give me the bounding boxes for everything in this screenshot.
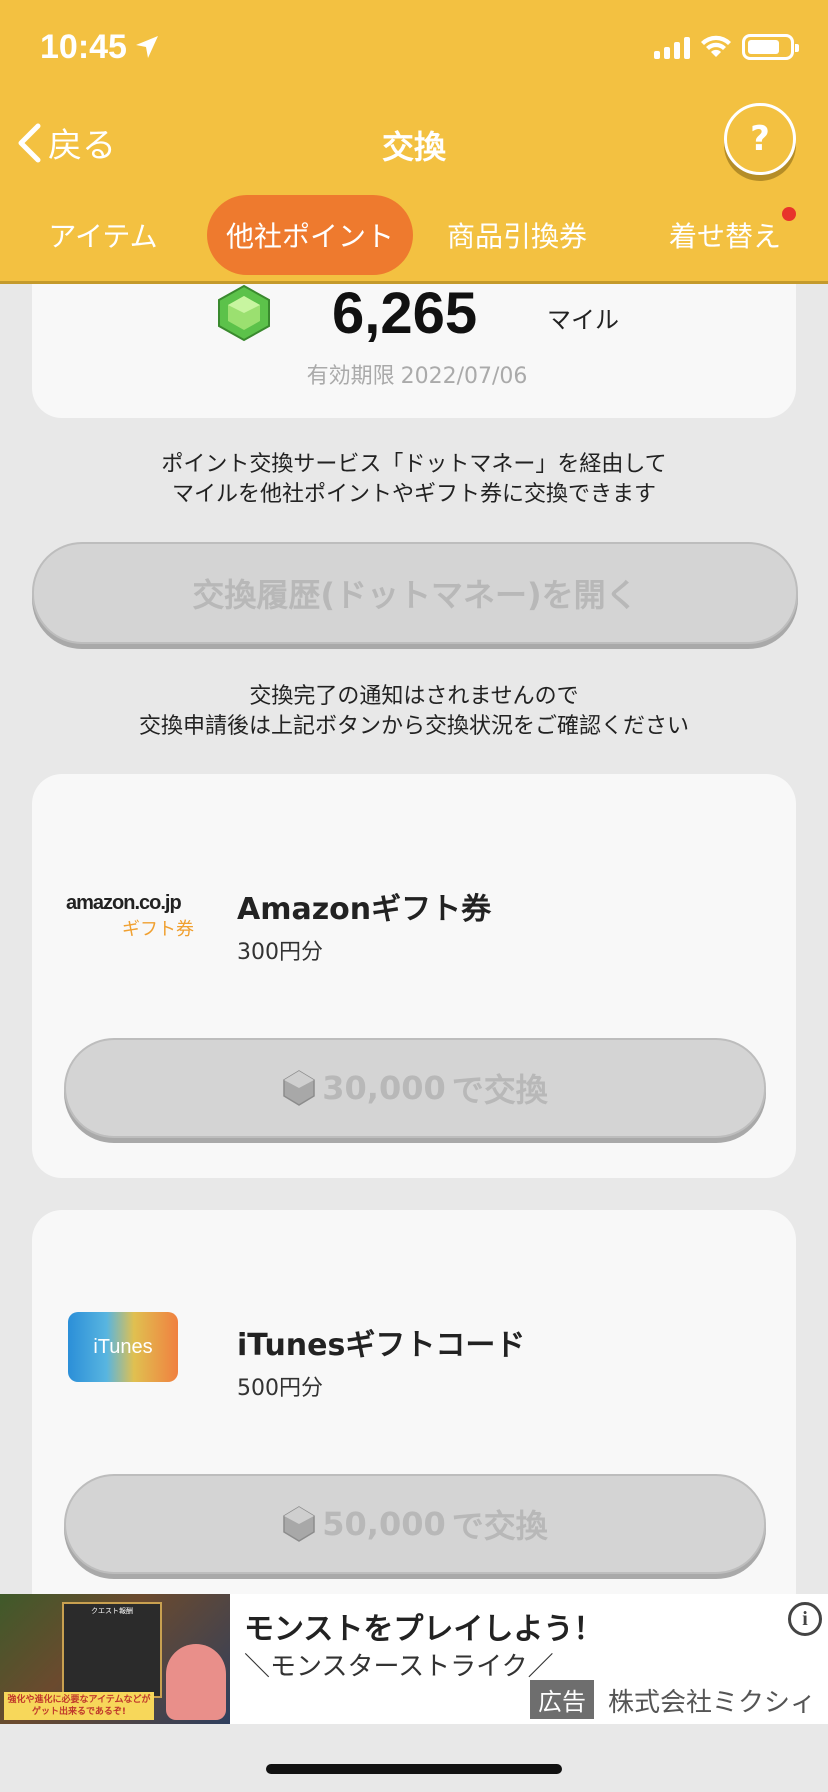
intro-text: ポイント交換サービス「ドットマネー」を経由して マイルを他社ポイントやギフト券に… (0, 450, 828, 510)
intro-line-1: ポイント交換サービス「ドットマネー」を経由して (161, 452, 667, 477)
location-arrow-icon (136, 36, 158, 58)
exchange-history-button[interactable]: 交換履歴(ドットマネー)を開く (32, 542, 798, 644)
expiry-value: 2022/07/06 (400, 364, 528, 389)
help-button[interactable]: ? (724, 103, 796, 175)
ad-company: 株式会社ミクシィ (608, 1688, 817, 1718)
exchange-itunes-button[interactable]: 50,000 で交換 (64, 1474, 766, 1574)
notice-line-1: 交換完了の通知はされませんので (249, 684, 579, 709)
ad-image-panel-title: クエスト報酬 (91, 1607, 133, 1615)
tab-bar: アイテム 他社ポイント 商品引換券 着せ替え (0, 195, 828, 277)
tab-vouchers[interactable]: 商品引換券 (432, 195, 602, 275)
wifi-icon (701, 35, 731, 57)
intro-line-2: マイルを他社ポイントやギフト券に交換できます (171, 482, 656, 507)
header: 10:45 戻る 交換 ? アイテム 他社ポイント 商品引換券 着せ替え (0, 0, 828, 284)
gift-title: iTunesギフトコード (237, 1328, 526, 1363)
amazon-logo: amazon.co.jp ギフト券 (66, 892, 194, 941)
amazon-logo-text: amazon.co.jp (66, 892, 182, 914)
notice-text: 交換完了の通知はされませんので 交換申請後は上記ボタンから交換状況をご確認くださ… (0, 682, 828, 742)
tab-label: 着せ替え (668, 220, 781, 253)
itunes-logo: iTunes (68, 1312, 178, 1382)
ad-subtitle: ＼モンスターストライク／ (244, 1652, 554, 1682)
exchange-amazon-button[interactable]: 30,000 で交換 (64, 1038, 766, 1138)
tab-label: 商品引換券 (446, 220, 587, 253)
gift-card-itunes: iTunes iTunesギフトコード 500円分 50,000 で交換 (32, 1210, 796, 1594)
tab-items[interactable]: アイテム (18, 195, 188, 275)
points-value: 6,265 (332, 281, 478, 346)
ad-title: モンストをプレイしよう！ (244, 1612, 604, 1647)
tab-other-points[interactable]: 他社ポイント (207, 195, 413, 275)
ad-character-illustration (166, 1644, 226, 1720)
expiry-label: 有効期限 (306, 364, 395, 389)
points-unit: マイル (547, 306, 619, 334)
cost-value: 50,000 (322, 1505, 446, 1543)
ad-label: 広告 (530, 1680, 594, 1719)
ad-image-panel: クエスト報酬 (62, 1602, 162, 1698)
green-gem-icon (218, 284, 270, 342)
home-indicator[interactable] (266, 1764, 562, 1774)
amazon-logo-subtext: ギフト券 (122, 919, 194, 940)
notice-line-2: 交換申請後は上記ボタンから交換状況をご確認ください (138, 714, 689, 739)
tab-skins[interactable]: 着せ替え (640, 195, 810, 275)
cellular-signal-icon (654, 35, 690, 59)
gift-amount: 300円分 (237, 940, 323, 965)
cost-value: 30,000 (322, 1069, 446, 1107)
ad-image[interactable]: クエスト報酬 強化や進化に必要なアイテムなどがゲット出来るであるぞ! (0, 1594, 230, 1724)
cost-suffix: で交換 (451, 1071, 548, 1109)
gray-gem-icon (283, 1070, 315, 1106)
battery-icon (742, 34, 799, 60)
tab-label: 他社ポイント (225, 220, 394, 253)
gift-title: Amazonギフト券 (237, 892, 492, 927)
gift-amount: 500円分 (237, 1376, 323, 1401)
ad-image-caption: 強化や進化に必要なアイテムなどがゲット出来るであるぞ! (4, 1692, 154, 1720)
ad-banner[interactable]: クエスト報酬 強化や進化に必要なアイテムなどがゲット出来るであるぞ! モンストを… (0, 1594, 828, 1724)
tab-label: アイテム (48, 220, 158, 253)
itunes-logo-text: iTunes (93, 1335, 153, 1358)
cost-suffix: で交換 (451, 1507, 548, 1545)
info-icon[interactable]: i (788, 1602, 822, 1636)
expiry-date: 有効期限 2022/07/06 (32, 358, 796, 390)
page-title: 交換 (381, 128, 446, 166)
status-time: 10:45 (40, 28, 127, 66)
gift-card-amazon: amazon.co.jp ギフト券 Amazonギフト券 300円分 30,00… (32, 774, 796, 1178)
gray-gem-icon (283, 1506, 315, 1542)
status-indicators (654, 34, 799, 60)
notification-badge (782, 207, 796, 221)
